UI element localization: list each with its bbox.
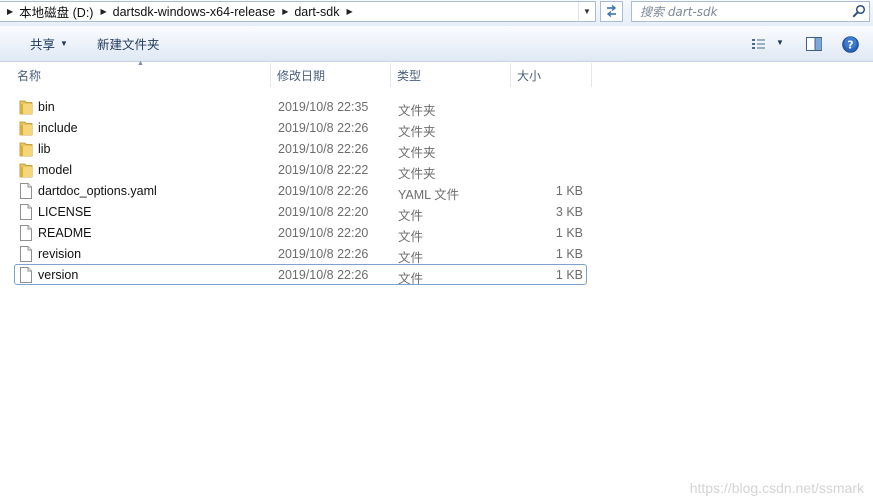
file-modified-date: 2019/10/8 22:20 [278,205,369,219]
breadcrumb-separator-icon[interactable]: ▶ [100,7,106,16]
address-bar[interactable]: ▶ 本地磁盘 (D:) ▶ dartsdk-windows-x64-releas… [0,1,596,22]
file-name: model [38,163,73,177]
file-modified-date: 2019/10/8 22:26 [278,268,369,282]
column-header: ▲ 名称 修改日期 类型 大小 [0,60,873,87]
file-name: bin [38,100,55,114]
file-size: 1 KB [555,268,583,282]
preview-pane-icon [806,37,822,51]
breadcrumb-separator-icon[interactable]: ▶ [347,7,353,16]
file-icon [19,204,33,223]
file-name: lib [38,142,51,156]
file-name: include [38,121,78,135]
file-modified-date: 2019/10/8 22:22 [278,163,369,177]
file-name: LICENSE [38,205,92,219]
column-header-date-label: 修改日期 [277,69,326,83]
share-button-label: 共享 [30,38,56,52]
file-row[interactable]: LICENSE 2019/10/8 22:20 文件 3 KB [14,201,587,223]
file-type: 文件 [398,272,424,286]
file-modified-date: 2019/10/8 22:26 [278,247,369,261]
file-icon [19,267,33,286]
column-header-name[interactable]: 名称 [11,63,271,87]
breadcrumb-release-folder[interactable]: dartsdk-windows-x64-release [113,5,276,19]
address-bar-row: ▶ 本地磁盘 (D:) ▶ dartsdk-windows-x64-releas… [0,0,873,26]
file-row[interactable]: bin 2019/10/8 22:35 文件夹 [14,96,587,118]
file-size: 1 KB [555,184,583,198]
view-options-dropdown-icon[interactable]: ▼ [776,38,784,47]
search-icon[interactable] [852,4,866,18]
file-name: version [38,268,79,282]
column-header-size-label: 大小 [517,69,542,83]
file-size: 3 KB [555,205,583,219]
file-modified-date: 2019/10/8 22:26 [278,121,369,135]
refresh-icon [606,4,617,18]
folder-icon [19,162,33,181]
file-row[interactable]: revision 2019/10/8 22:26 文件 1 KB [14,243,587,265]
file-icon [19,183,33,202]
column-header-type[interactable]: 类型 [391,63,511,87]
help-icon: ? [842,36,859,53]
new-folder-button-label: 新建文件夹 [97,38,160,52]
help-button[interactable]: ? [842,36,859,56]
file-row[interactable]: version 2019/10/8 22:26 文件 1 KB [14,264,587,286]
search-box[interactable] [631,1,870,22]
file-modified-date: 2019/10/8 22:26 [278,142,369,156]
folder-icon [19,120,33,139]
file-modified-date: 2019/10/8 22:26 [278,184,369,198]
view-list-icon [752,39,765,49]
breadcrumb-separator-icon[interactable]: ▶ [282,7,288,16]
file-name: revision [38,247,82,261]
file-size: 1 KB [555,226,583,240]
share-button[interactable]: 共享 ▼ [30,26,68,61]
chevron-down-icon: ▼ [60,39,68,48]
file-row[interactable]: dartdoc_options.yaml 2019/10/8 22:26 YAML … [14,180,587,202]
svg-text:?: ? [847,39,853,52]
breadcrumb-drive[interactable]: 本地磁盘 (D:) [19,2,93,21]
refresh-button[interactable] [600,1,623,22]
file-row[interactable]: model 2019/10/8 22:22 文件夹 [14,159,587,181]
command-bar: 共享 ▼ 新建文件夹 ▼ ? [0,26,873,62]
file-modified-date: 2019/10/8 22:35 [278,100,369,114]
column-header-type-label: 类型 [397,69,422,83]
column-header-name-label: 名称 [17,69,42,83]
watermark: https://blog.csdn.net/ssmark [689,480,864,496]
preview-pane-button[interactable] [806,37,823,55]
file-row[interactable]: include 2019/10/8 22:26 文件夹 [14,117,587,139]
folder-icon [19,141,33,160]
column-header-size[interactable]: 大小 [511,63,592,87]
file-name: dartdoc_options.yaml [38,184,157,198]
breadcrumb-root-arrow-icon[interactable]: ▶ [7,7,13,16]
folder-icon [19,99,33,118]
column-header-date[interactable]: 修改日期 [271,63,391,87]
change-view-button[interactable]: ▼ [751,37,789,51]
file-row[interactable]: README 2019/10/8 22:20 文件 1 KB [14,222,587,244]
file-icon [19,246,33,265]
file-modified-date: 2019/10/8 22:20 [278,226,369,240]
new-folder-button[interactable]: 新建文件夹 [97,26,160,61]
search-input[interactable] [632,2,850,21]
file-name: README [38,226,92,240]
file-size: 1 KB [555,247,583,261]
breadcrumb-current-folder[interactable]: dart-sdk [294,5,339,19]
address-history-dropdown-icon[interactable]: ▼ [578,2,595,21]
file-row[interactable]: lib 2019/10/8 22:26 文件夹 [14,138,587,160]
file-icon [19,225,33,244]
